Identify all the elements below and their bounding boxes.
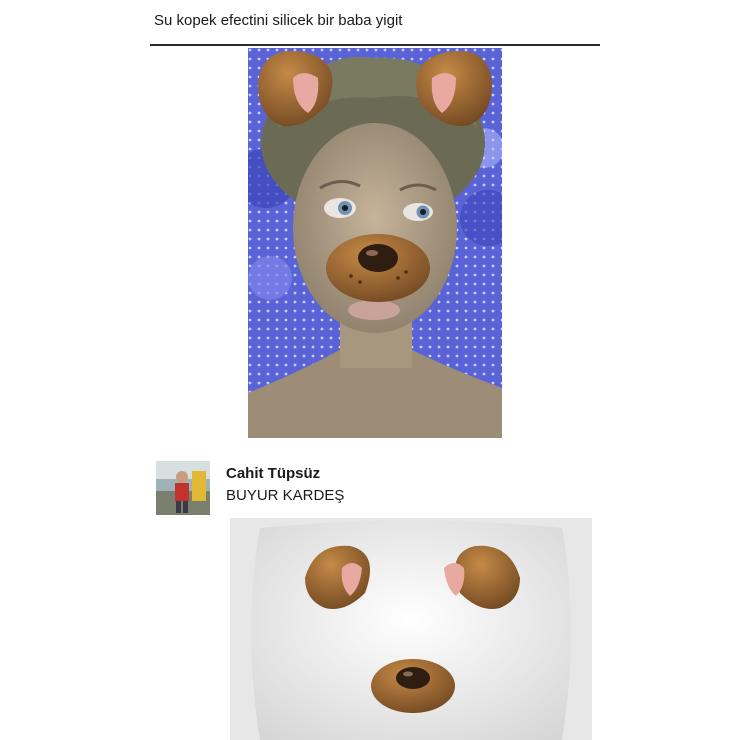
post-photo[interactable] <box>248 48 502 438</box>
post-title: Su kopek efectini silicek bir baba yigit <box>154 12 403 29</box>
post-divider <box>150 44 600 46</box>
avatar[interactable] <box>156 461 210 515</box>
comment-author[interactable]: Cahit Tüpsüz <box>226 465 320 482</box>
comment-text: BUYUR KARDEŞ <box>226 487 345 504</box>
reply-photo[interactable] <box>230 518 592 740</box>
comment-row: Cahit Tüpsüz BUYUR KARDEŞ <box>150 455 600 525</box>
post-card: Su kopek efectini silicek bir baba yigit <box>150 0 600 460</box>
